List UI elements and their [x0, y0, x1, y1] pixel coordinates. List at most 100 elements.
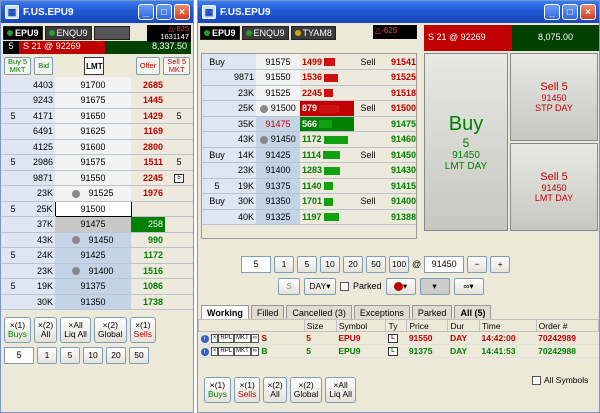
order-tab-0[interactable]: Working: [201, 305, 249, 319]
buy-order-cell[interactable]: 5: [1, 278, 25, 295]
sell-order-cell[interactable]: Sell: [354, 54, 382, 70]
buy-order-cell[interactable]: [202, 116, 232, 132]
maximize-button[interactable]: □: [156, 4, 172, 20]
sell-order-cell[interactable]: [165, 232, 193, 248]
price-cell[interactable]: 91400: [55, 263, 131, 279]
price-cell[interactable]: 91600: [55, 139, 131, 155]
buy-order-cell[interactable]: [1, 77, 25, 93]
qty-preset-10[interactable]: 10: [83, 346, 103, 364]
cancel-button-sells[interactable]: ×(1) Sells: [233, 377, 261, 403]
price-cell[interactable]: 91650: [55, 108, 131, 124]
sell-order-cell[interactable]: [165, 263, 193, 279]
sell-order-cell[interactable]: Sell: [354, 100, 382, 117]
buy-order-cell[interactable]: [1, 263, 25, 279]
cancel-button-global[interactable]: ×(2) Global: [289, 377, 323, 403]
order-tab-4[interactable]: Parked: [411, 305, 453, 319]
offer-button[interactable]: Offer: [135, 57, 161, 75]
quantity-input[interactable]: 5: [4, 346, 34, 364]
buy-order-cell[interactable]: [202, 100, 232, 117]
sell-order-cell[interactable]: Sell: [354, 193, 382, 210]
close-button[interactable]: ×: [174, 4, 190, 20]
link-icon[interactable]: ∞: [250, 334, 260, 344]
buy-order-cell[interactable]: [202, 69, 232, 86]
price-cell[interactable]: 91575: [55, 154, 131, 171]
cancel-button-liq-all[interactable]: ×All Liq All: [325, 377, 356, 403]
price-cell[interactable]: 91575: [256, 54, 300, 70]
price-cell[interactable]: 91500: [54, 200, 132, 217]
sell-order-cell[interactable]: [354, 116, 382, 132]
mkt-button[interactable]: MKT: [234, 334, 251, 344]
cancel-button-global[interactable]: ×(2) Global: [93, 317, 127, 343]
qty-preset-20[interactable]: 20: [343, 255, 363, 273]
price-cell[interactable]: 91425: [256, 147, 300, 163]
order-tab-2[interactable]: Cancelled (3): [286, 305, 352, 319]
duration-select[interactable]: DAY ▾: [304, 277, 336, 295]
buy-order-cell[interactable]: [1, 232, 25, 248]
x-icon[interactable]: ×: [210, 334, 219, 344]
maximize-button[interactable]: □: [562, 4, 578, 20]
price-input[interactable]: 91450: [424, 255, 465, 273]
minimize-button[interactable]: _: [138, 4, 154, 20]
symbol-tab-tyam8[interactable]: TYAM8: [290, 25, 336, 40]
order-tab-3[interactable]: Exceptions: [353, 305, 410, 319]
sell-order-cell[interactable]: 5: [165, 154, 193, 171]
qty-preset-100[interactable]: 100: [389, 255, 409, 273]
parked-checkbox[interactable]: [340, 281, 349, 291]
sell-order-cell[interactable]: [354, 178, 382, 194]
symbol-tab-epu9[interactable]: EPU9: [3, 25, 43, 40]
rpl-button[interactable]: RPL: [218, 334, 235, 344]
sell-order-cell[interactable]: [165, 201, 193, 217]
order-tab-1[interactable]: Filled: [250, 305, 285, 319]
column-header[interactable]: Ty: [385, 319, 408, 332]
order-tab-5[interactable]: All (5): [454, 305, 492, 319]
buy-order-cell[interactable]: 5: [1, 247, 25, 264]
symbol-tab-enqu9[interactable]: ENQU9: [241, 25, 289, 40]
buy-order-cell[interactable]: Buy: [202, 147, 232, 163]
qty-preset-50[interactable]: 50: [366, 255, 386, 273]
buy-order-cell[interactable]: 5: [1, 154, 25, 171]
qty-preset-5[interactable]: 5: [60, 346, 80, 364]
blank-select[interactable]: ▾: [419, 277, 450, 295]
buy-order-cell[interactable]: [202, 85, 232, 101]
buy-order-cell[interactable]: [1, 123, 25, 140]
bid-button[interactable]: Bid: [34, 57, 54, 75]
column-header[interactable]: [198, 319, 305, 332]
qty-preset-1[interactable]: 1: [37, 346, 57, 364]
minimize-button[interactable]: _: [544, 4, 560, 20]
buy-limit-button[interactable]: Buy 5 91450 LMT DAY: [424, 53, 508, 231]
buy-order-cell[interactable]: [1, 170, 25, 186]
price-cell[interactable]: 91425: [55, 247, 131, 264]
all-symbols-checkbox[interactable]: [532, 375, 541, 385]
price-decrement-button[interactable]: −: [467, 255, 488, 273]
sell-order-cell[interactable]: [165, 185, 193, 202]
sell-order-cell[interactable]: [165, 92, 193, 109]
sell-order-cell[interactable]: [354, 131, 382, 148]
price-cell[interactable]: 91700: [55, 77, 131, 93]
price-cell[interactable]: 91375: [256, 178, 300, 194]
column-header[interactable]: Dur: [447, 319, 481, 332]
buy-order-cell[interactable]: [1, 216, 25, 233]
buy-order-cell[interactable]: [202, 209, 232, 225]
sell-order-cell[interactable]: 5: [165, 170, 193, 186]
buy-order-cell[interactable]: [202, 131, 232, 148]
price-cell[interactable]: 91525: [256, 85, 300, 101]
price-increment-button[interactable]: +: [490, 255, 511, 273]
buy-order-cell[interactable]: [1, 294, 25, 310]
cancel-button-buys[interactable]: ×(1) Buys: [204, 377, 231, 403]
rpl-button[interactable]: RPL: [218, 347, 235, 357]
info-icon[interactable]: i: [200, 347, 209, 356]
buy-order-cell[interactable]: [202, 162, 232, 179]
price-cell[interactable]: 91625: [55, 123, 131, 140]
buy-order-cell[interactable]: [1, 185, 25, 202]
price-cell[interactable]: 91375: [55, 278, 131, 295]
cancel-button-sells[interactable]: ×(1) Sells: [129, 317, 156, 343]
quantity-input[interactable]: 5: [241, 255, 271, 273]
order-row[interactable]: i × RPL MKT ∞ B 5 EPU9 L 91375 DAY 14:41:53 702429…: [198, 344, 599, 358]
price-cell[interactable]: 91500: [256, 100, 300, 117]
info-icon[interactable]: i: [200, 334, 209, 343]
buy-order-cell[interactable]: Buy: [202, 54, 232, 70]
price-cell[interactable]: 91675: [55, 92, 131, 109]
symbol-tab-enqu9[interactable]: ENQU9: [44, 25, 92, 40]
link-icon[interactable]: ∞: [250, 347, 260, 357]
cancel-button-all[interactable]: ×(2) All: [33, 317, 58, 343]
